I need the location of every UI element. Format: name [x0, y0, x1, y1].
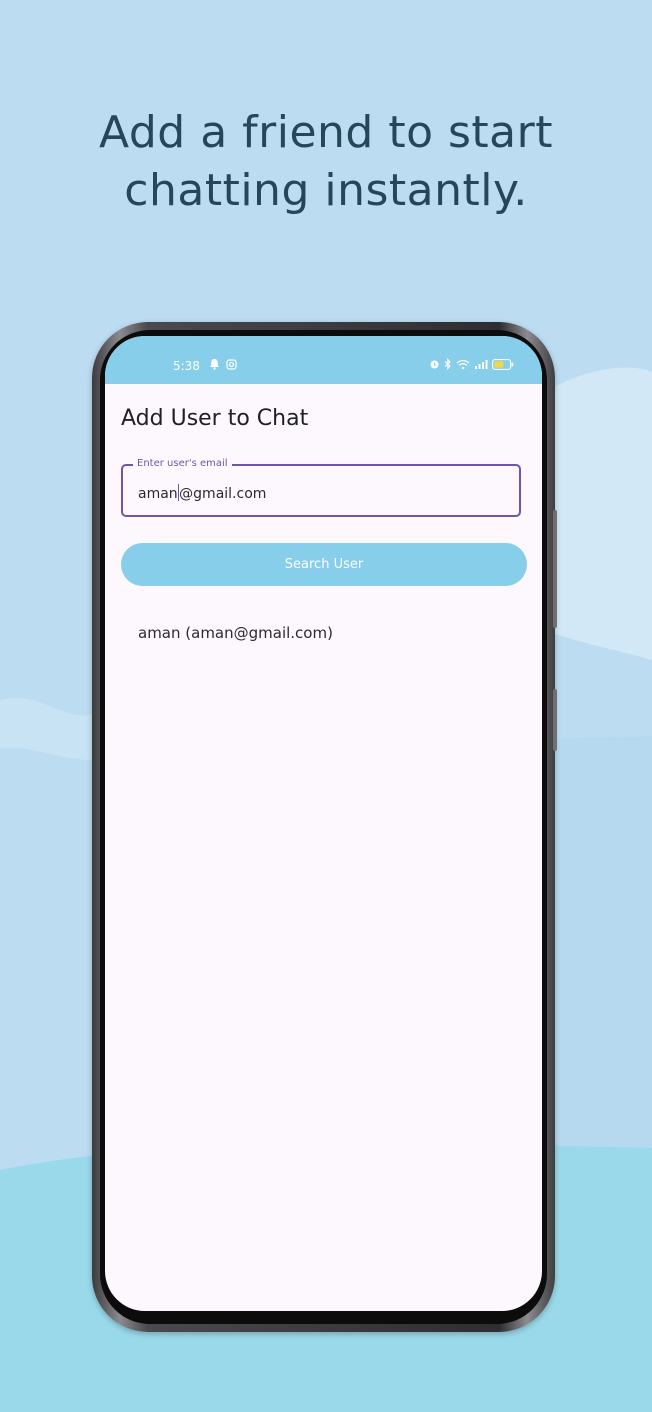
- search-result-item[interactable]: aman (aman@gmail.com): [138, 624, 333, 642]
- phone-frame: 5:38 Add User to Chat Enter user's email…: [92, 322, 557, 1332]
- alarm-icon: [429, 358, 440, 370]
- page-title: Add User to Chat: [121, 406, 309, 431]
- signal-icon: [474, 359, 488, 370]
- search-user-button[interactable]: Search User: [121, 543, 527, 586]
- wifi-icon: [456, 359, 470, 370]
- email-field-value[interactable]: aman @gmail.com: [138, 484, 266, 502]
- headline-line-2: chatting instantly.: [124, 165, 528, 216]
- volume-button: [553, 510, 557, 628]
- notification-bell-icon: [209, 358, 220, 370]
- email-value-before-caret: aman: [138, 486, 178, 502]
- battery-icon: [492, 358, 514, 370]
- instagram-icon: [226, 358, 237, 370]
- headline-line-1: Add a friend to start: [99, 107, 553, 158]
- email-field[interactable]: Enter user's email aman @gmail.com: [121, 458, 521, 517]
- email-value-after-caret: @gmail.com: [179, 486, 267, 502]
- email-field-label: Enter user's email: [133, 458, 232, 469]
- status-time: 5:38: [173, 359, 200, 373]
- headline: Add a friend to start chatting instantly…: [0, 104, 652, 220]
- power-button: [553, 689, 557, 751]
- status-bar: 5:38: [105, 336, 542, 384]
- bluetooth-icon: [444, 358, 452, 370]
- phone-screen: 5:38 Add User to Chat Enter user's email…: [105, 336, 542, 1311]
